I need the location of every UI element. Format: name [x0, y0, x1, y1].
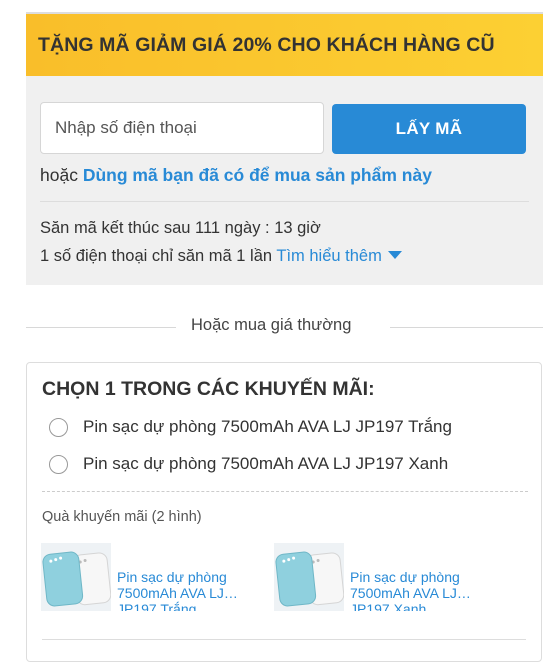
- promo-banner-title: TẶNG MÃ GIẢM GIÁ 20% CHO KHÁCH HÀNG CŨ: [38, 34, 495, 56]
- regular-price-separator-text: Hoặc mua giá thường: [191, 316, 352, 334]
- power-bank-image[interactable]: [274, 543, 344, 611]
- promotion-options-title: CHỌN 1 TRONG CÁC KHUYẾN MÃI:: [42, 378, 375, 400]
- gift-name-link[interactable]: Pin sạc dự phòng 7500mAh AVA LJ JP197 Tr…: [117, 569, 252, 611]
- promo-banner: TẶNG MÃ GIẢM GIÁ 20% CHO KHÁCH HÀNG CŨ: [26, 14, 543, 76]
- learn-more-link[interactable]: Tìm hiểu thêm: [276, 247, 402, 265]
- coupon-limit-line: 1 số điện thoại chỉ săn mã 1 lần Tìm hiể…: [40, 247, 402, 266]
- coupon-limit-text: 1 số điện thoại chỉ săn mã 1 lần: [40, 247, 273, 265]
- gift-section-title: Quà khuyến mãi (2 hình): [42, 509, 202, 525]
- coupon-expire-text: Săn mã kết thúc sau 111 ngày : 13 giờ: [40, 219, 321, 237]
- promotion-options-box: CHỌN 1 TRONG CÁC KHUYẾN MÃI: Pin sạc dự …: [26, 362, 542, 662]
- promotion-option-label: Pin sạc dự phòng 7500mAh AVA LJ JP197 Xa…: [83, 454, 449, 473]
- use-existing-code-link[interactable]: Dùng mã bạn đã có để mua sản phẩm này: [83, 165, 432, 185]
- gift-name-link[interactable]: Pin sạc dự phòng 7500mAh AVA LJ JP197 Xa…: [350, 569, 485, 611]
- separator-line-right: [390, 327, 543, 328]
- caret-down-icon: [387, 250, 402, 259]
- promotion-option[interactable]: Pin sạc dự phòng 7500mAh AVA LJ JP197 Xa…: [49, 452, 448, 476]
- learn-more-label: Tìm hiểu thêm: [276, 247, 382, 265]
- radio-button[interactable]: [49, 417, 68, 437]
- promo-divider: [40, 201, 529, 202]
- phone-number-input[interactable]: [40, 102, 324, 154]
- promotion-option[interactable]: Pin sạc dự phòng 7500mAh AVA LJ JP197 Tr…: [49, 415, 452, 439]
- coupon-promo-panel: TẶNG MÃ GIẢM GIÁ 20% CHO KHÁCH HÀNG CŨ L…: [26, 12, 543, 285]
- bottom-divider: [42, 639, 526, 640]
- gift-item[interactable]: Pin sạc dự phòng 7500mAh AVA LJ JP197 Tr…: [41, 543, 252, 611]
- power-bank-image[interactable]: [41, 543, 111, 611]
- or-text: hoặc: [40, 165, 78, 185]
- radio-button[interactable]: [49, 454, 68, 474]
- use-existing-code-line: hoặc Dùng mã bạn đã có để mua sản phẩm n…: [40, 165, 432, 186]
- promotion-option-label: Pin sạc dự phòng 7500mAh AVA LJ JP197 Tr…: [83, 417, 452, 436]
- get-code-button[interactable]: LẤY MÃ: [332, 104, 526, 154]
- separator-line-left: [26, 327, 176, 328]
- dashed-divider: [42, 491, 528, 492]
- gift-item[interactable]: Pin sạc dự phòng 7500mAh AVA LJ JP197 Xa…: [274, 543, 485, 611]
